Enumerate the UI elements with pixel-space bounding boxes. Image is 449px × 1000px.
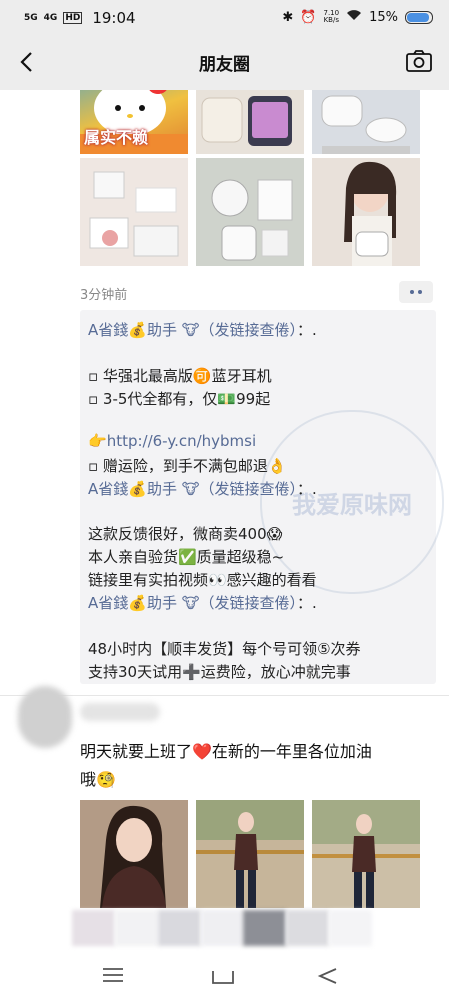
moments-feed[interactable]: 属实不赖 3分钟前 我爱原味网 A省錢💰助手 🐮（发链接查倦）：. ▫ 华强北最… <box>0 90 449 1000</box>
home-button[interactable] <box>210 967 236 989</box>
battery-icon <box>405 10 433 24</box>
more-dots-icon <box>410 290 414 294</box>
photo-caption: 属实不赖 <box>84 128 149 147</box>
comment-line: 48小时内【顺丰发货】每个号可领⑤次券 <box>88 640 361 658</box>
comment-line[interactable]: A省錢💰助手 🐮（发链接查倦）：. <box>88 478 317 499</box>
commenter-name[interactable]: A省錢💰助手 🐮（发链接查倦） <box>88 594 297 612</box>
network-speed: 7.10 KB/s <box>323 9 340 24</box>
watermark: 我爱原味网 <box>260 410 444 594</box>
commenter-name[interactable]: A省錢💰助手 🐮（发链接查倦） <box>88 321 297 339</box>
hd-badge: HD <box>63 12 83 24</box>
comment-line: ▫ 赠运险，到手不满包邮退👌 <box>88 457 287 475</box>
more-actions-button[interactable] <box>399 281 433 303</box>
wifi-icon <box>346 9 362 25</box>
photo-thumbnail[interactable] <box>80 158 188 266</box>
comment-line: ▫ 华强北最高版🉑蓝牙耳机 <box>88 367 272 385</box>
menu-button[interactable] <box>102 967 124 987</box>
alarm-icon: ⏰ <box>300 9 317 25</box>
signal-5g: 5G <box>24 13 38 23</box>
comment-line[interactable]: A省錢💰助手 🐮（发链接查倦）：. <box>88 319 317 340</box>
comment-line: 这款反馈很好，微商卖400😱 <box>88 525 283 543</box>
comment-link[interactable]: http://6-y.cn/hybmsi <box>107 432 256 450</box>
home-icon <box>212 971 234 984</box>
status-left: 5G 4G HD 19:04 <box>24 9 136 27</box>
photo-thumbnail[interactable] <box>196 800 304 908</box>
battery-percent: 15% <box>369 9 398 25</box>
post-text: 明天就要上班了❤️在新的一年里各位加油 哦🧐 <box>80 742 372 789</box>
back-nav-button[interactable] <box>316 967 338 989</box>
comments-section: 我爱原味网 A省錢💰助手 🐮（发链接查倦）：. ▫ 华强北最高版🉑蓝牙耳机 ▫ … <box>80 310 444 684</box>
page-title: 朋友圈 <box>199 55 250 75</box>
comment-line: 本人亲自验货✅质量超级稳~ <box>88 548 285 566</box>
comment-line: ▫ 3-5代全都有，仅💵99起 <box>88 390 271 408</box>
camera-icon <box>406 50 432 72</box>
comment-line: 链接里有实拍视频👀感兴趣的看看 <box>88 571 317 589</box>
photo-thumbnail[interactable] <box>312 158 420 266</box>
camera-button[interactable] <box>405 48 433 74</box>
post-time: 3分钟前 <box>80 288 128 303</box>
photo-thumbnail[interactable]: 属实不赖 <box>80 90 188 154</box>
header-bar: 朋友圈 <box>0 34 449 90</box>
comment-line: 👉http://6-y.cn/hybmsi <box>88 432 257 450</box>
bluetooth-icon: ✱ <box>282 9 294 25</box>
signal-4g: 4G <box>43 13 58 23</box>
comment-line[interactable]: A省錢💰助手 🐮（发链接查倦）：. <box>88 592 317 613</box>
poster-name[interactable] <box>80 703 160 721</box>
photo-thumbnail[interactable] <box>312 90 420 154</box>
photo-thumbnail[interactable] <box>196 90 304 154</box>
photo-thumbnail[interactable] <box>196 158 304 266</box>
menu-icon <box>103 968 123 982</box>
status-time: 19:04 <box>92 9 136 27</box>
photo-thumbnail[interactable] <box>312 800 420 908</box>
comment-line: 支持30天试用➕运费险，放心冲就完事 <box>88 663 351 681</box>
back-icon <box>317 968 337 984</box>
blurred-overlay <box>72 910 373 954</box>
system-nav-bar <box>0 955 449 1000</box>
commenter-name[interactable]: A省錢💰助手 🐮（发链接查倦） <box>88 480 297 498</box>
post-divider <box>0 695 449 696</box>
status-bar: 5G 4G HD 19:04 ✱ ⏰ 7.10 KB/s 15% <box>0 0 449 34</box>
photo-thumbnail[interactable] <box>80 800 188 908</box>
avatar[interactable] <box>18 686 72 748</box>
status-right: ✱ ⏰ 7.10 KB/s 15% <box>282 9 433 25</box>
